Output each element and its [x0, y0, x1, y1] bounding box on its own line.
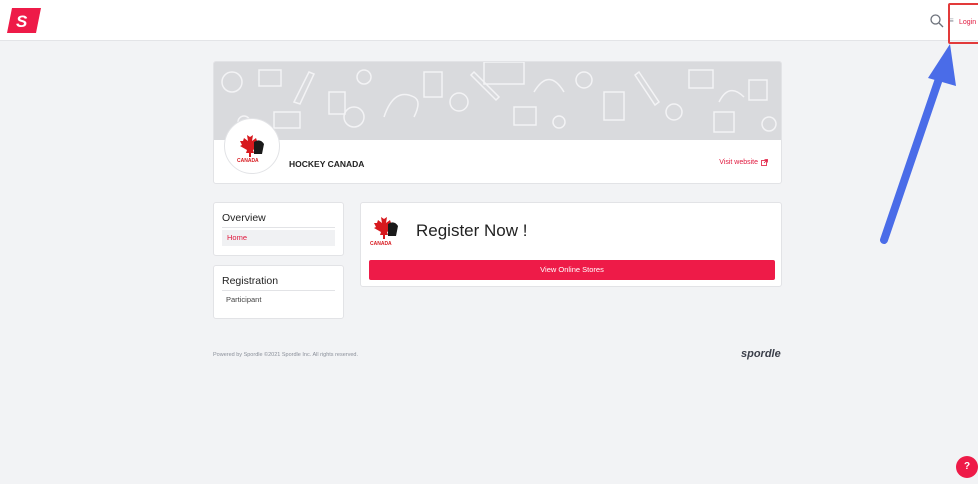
visit-website-link[interactable]: Visit website — [719, 159, 768, 166]
external-link-icon[interactable] — [761, 159, 768, 166]
svg-text:S: S — [16, 12, 28, 31]
menu-icon[interactable]: ≡ — [949, 16, 954, 25]
visit-website-label[interactable]: Visit website — [719, 159, 758, 166]
hockey-canada-logo: CANADA — [370, 214, 398, 247]
registration-section: Registration Participant — [213, 265, 344, 319]
footer-spordle-logo: spordle — [741, 348, 781, 360]
registration-title: Registration — [222, 275, 279, 287]
sidebar-item-home[interactable]: Home — [222, 230, 335, 246]
footer-copyright: Powered by Spordle ©2021 Spordle Inc. Al… — [213, 352, 358, 358]
register-title: Register Now ! — [416, 221, 528, 240]
login-link[interactable]: Login — [959, 19, 976, 26]
divider — [222, 290, 335, 291]
organization-header-card: CANADA HOCKEY CANADA Visit website — [213, 61, 782, 184]
spordle-logo[interactable]: S — [7, 8, 41, 33]
overview-title: Overview — [222, 212, 266, 224]
top-navigation-bar: S ≡ Login — [0, 0, 978, 41]
view-online-stores-button[interactable]: View Online Stores — [369, 260, 775, 280]
divider — [222, 227, 335, 228]
svg-text:CANADA: CANADA — [370, 241, 392, 247]
maple-leaf-icon: CANADA — [237, 132, 264, 164]
organization-name: HOCKEY CANADA — [289, 159, 365, 169]
annotation-arrow-icon — [880, 44, 956, 244]
register-card: CANADA Register Now ! View Online Stores — [360, 202, 782, 287]
sidebar-item-participant[interactable]: Participant — [222, 292, 335, 308]
svg-text:CANADA: CANADA — [237, 158, 259, 164]
help-button[interactable]: ? — [956, 456, 978, 478]
hockey-pattern-banner — [214, 62, 781, 140]
search-icon[interactable] — [929, 13, 945, 29]
overview-section: Overview Home — [213, 202, 344, 256]
hockey-canada-logo: CANADA — [224, 118, 280, 174]
